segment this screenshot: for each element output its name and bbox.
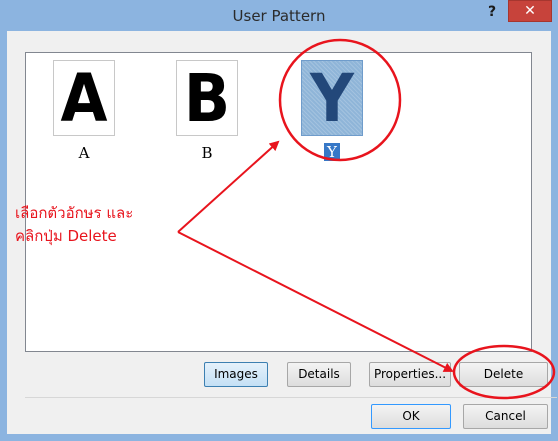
- pattern-label-a: A: [78, 144, 90, 162]
- properties-button[interactable]: Properties...: [369, 362, 451, 387]
- pattern-label-y: Y: [312, 143, 352, 161]
- pattern-label-b: B: [201, 144, 213, 162]
- delete-button[interactable]: Delete: [459, 362, 548, 387]
- help-button[interactable]: ?: [482, 0, 502, 24]
- pattern-item-y[interactable]: Y: [301, 60, 363, 137]
- pattern-glyph-b: B: [183, 60, 231, 137]
- images-view-button[interactable]: Images: [204, 362, 268, 387]
- title-bar: User Pattern ? ✕: [0, 0, 558, 30]
- close-button[interactable]: ✕: [508, 0, 552, 22]
- button-separator: [25, 397, 557, 398]
- pattern-item-a[interactable]: A: [53, 60, 115, 137]
- annotation-line-2: คลิกปุ่ม Delete: [15, 227, 117, 245]
- details-view-button[interactable]: Details: [287, 362, 351, 387]
- pattern-glyph-a: A: [60, 60, 108, 137]
- ok-button[interactable]: OK: [371, 404, 451, 429]
- pattern-glyph-y: Y: [310, 60, 354, 137]
- close-icon: ✕: [524, 3, 536, 19]
- cancel-button[interactable]: Cancel: [463, 404, 548, 429]
- window-title: User Pattern: [232, 7, 326, 25]
- annotation-line-1: เลือกตัวอักษร และ: [15, 204, 134, 222]
- pattern-item-b[interactable]: B: [176, 60, 238, 137]
